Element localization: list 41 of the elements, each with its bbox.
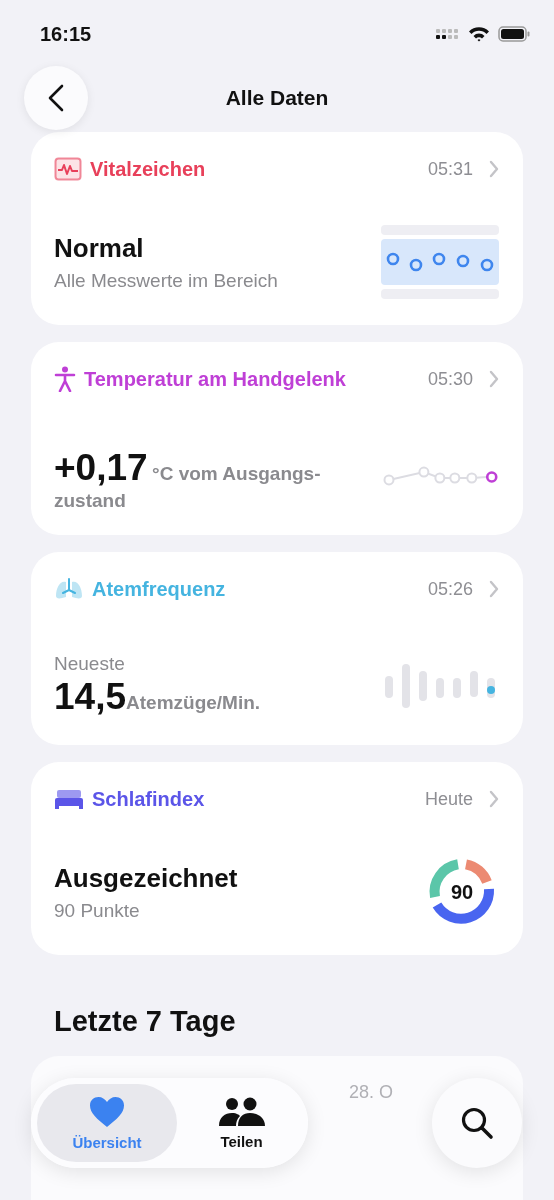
card-title: Schlafindex [92, 787, 206, 811]
status-detail: 90 Punkte [54, 899, 141, 922]
metric-card[interactable]: Vitalzeichen 05:31 Normal Alle Messwerte im Bereich [31, 132, 523, 325]
chevron-icon [489, 790, 499, 808]
metric-card[interactable]: Schlafindex Heute Ausgezeichnet 90 Punkte 90 [31, 762, 523, 955]
status-value: Ausgezeichnet [54, 862, 238, 894]
chevron-icon [489, 160, 499, 178]
card-title: Atemfrequenz [92, 577, 227, 601]
page-title: Alle Daten [225, 86, 329, 110]
search-icon [459, 1105, 495, 1141]
lungs-icon [54, 578, 84, 600]
chevron-icon [489, 370, 499, 388]
people-icon [218, 1096, 265, 1127]
status-detail: Alle Messwerte im Bereich [54, 269, 278, 292]
measurement-unit: Atemzüge/Min. [126, 691, 261, 713]
card-time: 05:30 [427, 368, 473, 390]
tab[interactable]: Teilen [181, 1084, 302, 1162]
card-title: Temperatur am Handgelenk [84, 367, 347, 391]
measurement-value: 14,5 [54, 675, 126, 717]
status-value: Normal [54, 232, 145, 264]
wifi-icon [468, 26, 490, 42]
bed-icon [54, 788, 84, 810]
heart-rhythm-icon [54, 157, 82, 181]
card-time: Heute [424, 788, 473, 810]
metric-card[interactable]: Temperatur am Handgelenk 05:30 +0,17°C vom Ausgangs-zustand [31, 342, 523, 535]
card-time: 28. O [348, 1082, 393, 1104]
person-icon [54, 366, 76, 392]
heart-icon [89, 1095, 125, 1128]
score-value: 90 [450, 880, 474, 904]
temperature-reading: +0,17°C vom Ausgangs-zustand [54, 445, 322, 513]
card-time: 05:31 [427, 158, 473, 180]
card-title: Vitalzeichen [90, 157, 207, 181]
status-time: 16:15 [40, 22, 92, 46]
measurement-label: Neueste [54, 652, 126, 675]
back-icon [47, 83, 65, 113]
battery-icon [498, 26, 530, 42]
section-heading: Letzte 7 Tage [54, 1005, 237, 1038]
card-time: 05:26 [427, 578, 473, 600]
signal-icon [436, 28, 460, 40]
chevron-icon [489, 580, 499, 598]
metric-card[interactable]: Atemfrequenz 05:26 Neueste 14,5Atemzüge/Min. [31, 552, 523, 745]
